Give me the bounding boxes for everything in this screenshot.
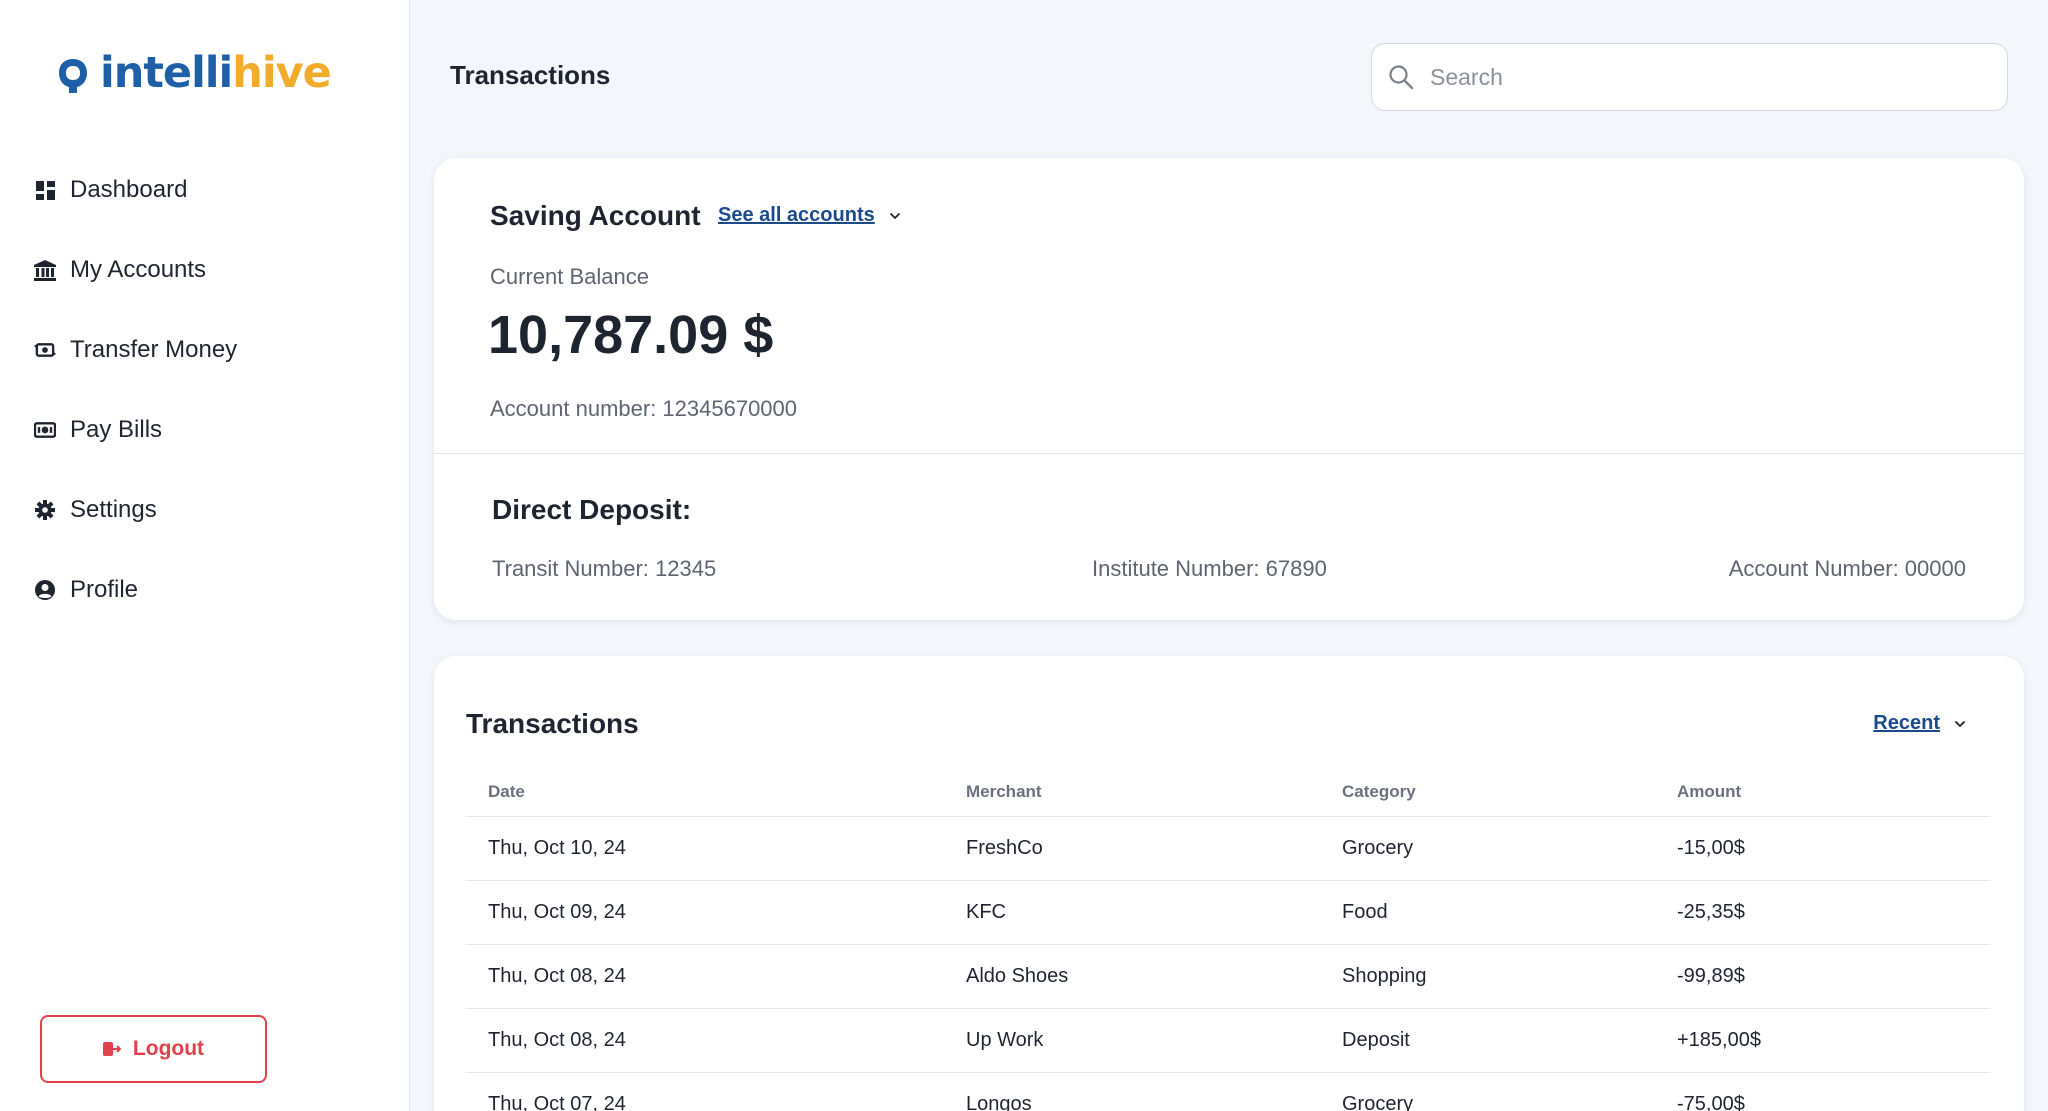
sidebar-nav: Dashboard My Accounts Transfer Money Pay… — [0, 150, 410, 630]
bank-icon — [34, 259, 56, 281]
sidebar-item-label: Dashboard — [70, 176, 188, 203]
bill-icon — [34, 419, 56, 441]
cell-date: Thu, Oct 09, 24 — [466, 880, 944, 945]
sidebar-item-label: Settings — [70, 496, 157, 523]
column-header-merchant[interactable]: Merchant — [944, 768, 1320, 817]
account-number: Account number: 12345670000 — [490, 396, 798, 421]
table-header-row: Date Merchant Category Amount — [466, 768, 1990, 817]
brand-name-part1: intelli — [100, 48, 233, 98]
sidebar-item-label: Profile — [70, 576, 139, 603]
search-box[interactable] — [1371, 43, 2008, 111]
sort-dropdown[interactable]: Recent — [1873, 712, 1966, 735]
brand-name-part2: hive — [232, 48, 332, 98]
chevron-down-icon — [1954, 720, 1966, 727]
cell-date: Thu, Oct 08, 24 — [466, 944, 944, 1009]
divider — [434, 453, 2024, 454]
table-row[interactable]: Thu, Oct 10, 24 FreshCo Grocery -15,00$ — [466, 816, 1990, 881]
direct-deposit-title: Direct Deposit: — [492, 494, 692, 525]
cell-amount: -99,89$ — [1655, 944, 1990, 1009]
logout-label: Logout — [132, 1037, 205, 1060]
logout-icon — [102, 1040, 121, 1058]
table-row[interactable]: Thu, Oct 09, 24 KFC Food -25,35$ — [466, 880, 1990, 945]
cell-category: Grocery — [1320, 1072, 1655, 1111]
cell-merchant: KFC — [944, 880, 1320, 945]
sidebar-item-pay-bills[interactable]: Pay Bills — [0, 390, 410, 470]
cell-date: Thu, Oct 10, 24 — [466, 816, 944, 881]
cell-category: Grocery — [1320, 816, 1655, 881]
logout-button[interactable]: Logout — [40, 1015, 267, 1083]
see-all-accounts-label: See all accounts — [718, 204, 875, 226]
table-row[interactable]: Thu, Oct 07, 24 Longos Grocery -75,00$ — [466, 1072, 1990, 1111]
sidebar: intelli hive Dashboard My Accounts Transf… — [0, 0, 410, 1111]
cell-date: Thu, Oct 07, 24 — [466, 1072, 944, 1111]
cell-date: Thu, Oct 08, 24 — [466, 1008, 944, 1073]
transactions-table: Date Merchant Category Amount Thu, Oct 1… — [466, 768, 1990, 1111]
cell-amount: -15,00$ — [1655, 816, 1990, 881]
see-all-accounts-link[interactable]: See all accounts — [718, 204, 901, 227]
table-row[interactable]: Thu, Oct 08, 24 Up Work Deposit +185,00$ — [466, 1008, 1990, 1073]
transactions-card: Transactions Recent Date Merchant Catego… — [434, 656, 2024, 1111]
sidebar-item-transfer-money[interactable]: Transfer Money — [0, 310, 410, 390]
transactions-title: Transactions — [466, 708, 639, 739]
sidebar-item-label: My Accounts — [70, 256, 207, 283]
cell-amount: -75,00$ — [1655, 1072, 1990, 1111]
cell-merchant: Longos — [944, 1072, 1320, 1111]
sidebar-item-dashboard[interactable]: Dashboard — [0, 150, 410, 230]
sidebar-item-settings[interactable]: Settings — [0, 470, 410, 550]
account-title: Saving Account — [490, 200, 701, 231]
sidebar-item-label: Pay Bills — [70, 416, 163, 443]
page-title: Transactions — [450, 60, 611, 90]
column-header-amount[interactable]: Amount — [1655, 768, 1990, 817]
sidebar-item-label: Transfer Money — [70, 336, 238, 363]
gear-icon — [34, 499, 56, 521]
cell-category: Shopping — [1320, 944, 1655, 1009]
sort-label: Recent — [1873, 712, 1940, 734]
sidebar-item-profile[interactable]: Profile — [0, 550, 410, 630]
sidebar-item-my-accounts[interactable]: My Accounts — [0, 230, 410, 310]
cell-category: Deposit — [1320, 1008, 1655, 1073]
brand-logo[interactable]: intelli hive — [56, 48, 332, 98]
table-row[interactable]: Thu, Oct 08, 24 Aldo Shoes Shopping -99,… — [466, 944, 1990, 1009]
balance-label: Current Balance — [490, 264, 649, 289]
account-card: Saving Account See all accounts Current … — [434, 158, 2024, 620]
cell-amount: -25,35$ — [1655, 880, 1990, 945]
cell-amount: +185,00$ — [1655, 1008, 1990, 1073]
user-circle-icon — [34, 579, 56, 601]
search-input[interactable] — [1430, 63, 1950, 91]
chevron-down-icon — [889, 212, 900, 219]
cell-merchant: Aldo Shoes — [944, 944, 1320, 1009]
transit-number: Transit Number: 12345 — [492, 556, 717, 581]
cell-merchant: FreshCo — [944, 816, 1320, 881]
balance-amount: 10,787.09 $ — [488, 305, 774, 365]
cell-merchant: Up Work — [944, 1008, 1320, 1073]
logo-mark-icon — [56, 56, 90, 93]
deposit-account-number: Account Number: 00000 — [1728, 556, 1966, 581]
cell-category: Food — [1320, 880, 1655, 945]
column-header-date[interactable]: Date — [466, 768, 944, 817]
institute-number: Institute Number: 67890 — [1092, 556, 1327, 581]
column-header-category[interactable]: Category — [1320, 768, 1655, 817]
money-transfer-icon — [34, 339, 56, 361]
search-icon — [1389, 65, 1414, 90]
dashboard-icon — [34, 179, 56, 201]
